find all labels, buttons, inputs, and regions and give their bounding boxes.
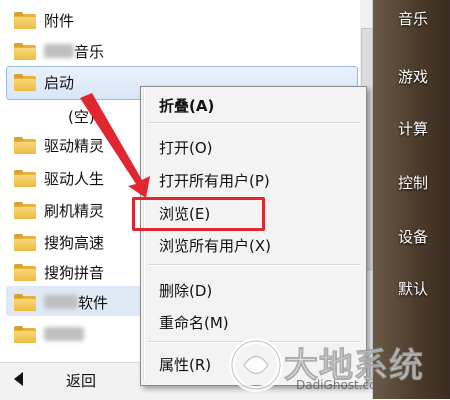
watermark-url: DadiGhost.com xyxy=(296,378,389,392)
